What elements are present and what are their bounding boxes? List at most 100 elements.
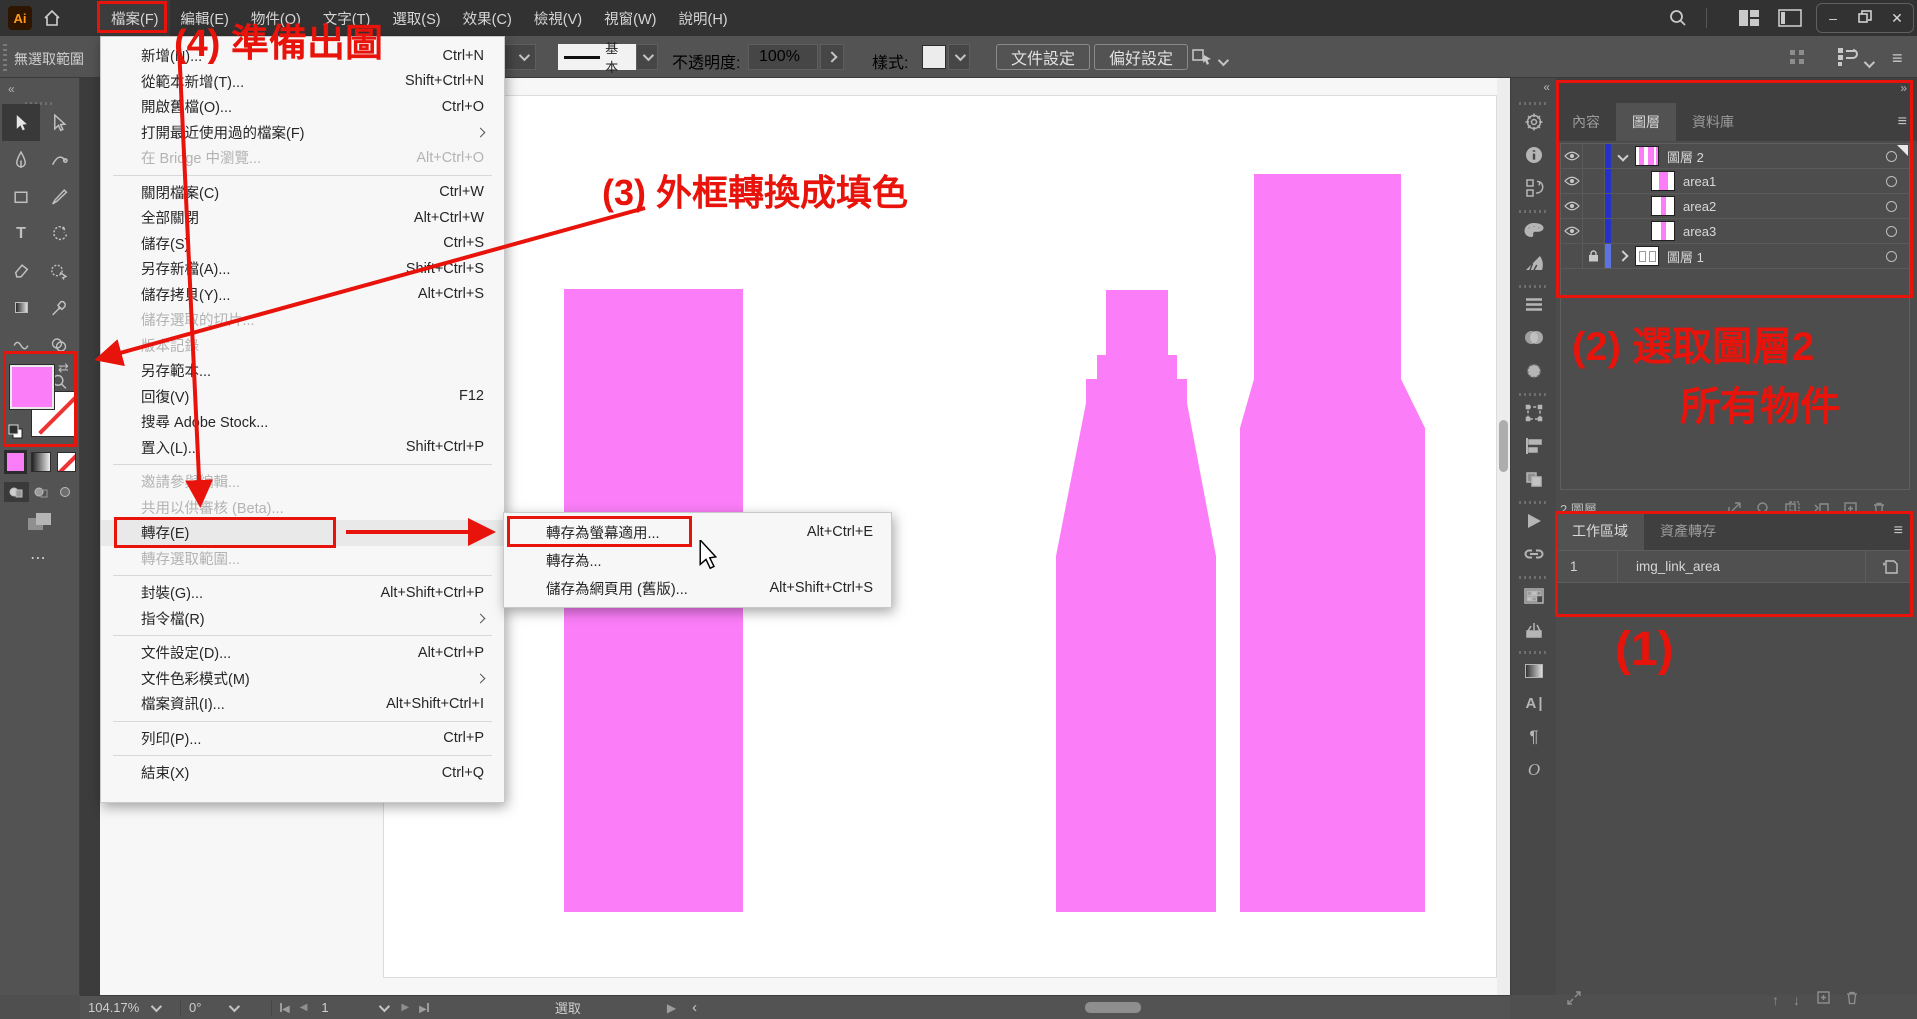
statusbar-collapse-icon[interactable]: ‹	[684, 996, 705, 1019]
menu-type[interactable]: 文字(T)	[312, 0, 382, 36]
eraser-tool[interactable]	[2, 252, 40, 289]
tab-properties[interactable]: 內容	[1556, 103, 1616, 141]
menu-help[interactable]: 說明(H)	[667, 0, 738, 36]
eye-cell[interactable]	[1561, 244, 1583, 268]
eye-icon[interactable]	[1561, 144, 1583, 168]
info-panel-icon[interactable]	[1511, 138, 1557, 171]
color-mode-button[interactable]	[6, 452, 25, 472]
layer-target-icon[interactable]	[1886, 151, 1897, 162]
restore-button[interactable]	[1850, 10, 1880, 26]
preferences-button[interactable]: 偏好設定	[1094, 44, 1188, 70]
actions-panel-icon[interactable]	[1511, 504, 1557, 537]
asset-export-panel-icon[interactable]	[1511, 612, 1557, 645]
previous-artboard-button[interactable]: ◀	[300, 1002, 308, 1013]
new-artboard-icon[interactable]	[1816, 990, 1831, 1010]
character-styles-panel-icon[interactable]: A|	[1511, 687, 1557, 720]
lock-cell[interactable]	[1583, 169, 1605, 193]
color-guide-panel-icon[interactable]	[1511, 246, 1557, 279]
screen-mode-icon[interactable]	[26, 510, 54, 539]
menu-file[interactable]: 檔案(F)	[100, 0, 170, 36]
lock-cell[interactable]	[1583, 194, 1605, 218]
search-icon[interactable]	[1668, 8, 1688, 33]
lock-cell[interactable]	[1583, 144, 1605, 168]
layer-target-icon[interactable]	[1886, 226, 1897, 237]
draw-behind-button[interactable]	[29, 482, 54, 502]
default-swatches-icon[interactable]	[8, 424, 24, 445]
rectangle-tool[interactable]	[2, 178, 40, 215]
lock-icon[interactable]	[1583, 244, 1605, 268]
collapse-dock-icon[interactable]: «	[1511, 78, 1556, 96]
gradient-mode-button[interactable]	[31, 452, 50, 472]
select-similar-icon[interactable]	[1192, 47, 1214, 72]
gradient-panel-icon[interactable]	[1511, 654, 1557, 687]
style-dropdown-button[interactable]	[948, 44, 970, 70]
menu-item-export[interactable]: 轉存(E)	[101, 520, 504, 546]
curvature-tool[interactable]	[40, 141, 78, 178]
draw-normal-button[interactable]	[4, 482, 29, 502]
menu-item-search-adobe-stock[interactable]: 搜尋 Adobe Stock...	[101, 409, 504, 435]
menu-select[interactable]: 選取(S)	[381, 0, 451, 36]
layer-name[interactable]: area2	[1683, 199, 1716, 214]
fill-swatch[interactable]	[10, 365, 54, 409]
menu-item-save-as[interactable]: 另存新檔(A)...Shift+Ctrl+S	[101, 256, 504, 282]
style-swatch[interactable]	[922, 45, 946, 69]
chevron-right-icon[interactable]	[1617, 250, 1628, 261]
controlbar-grip[interactable]	[3, 44, 7, 72]
layer-thumbnail[interactable]	[1651, 221, 1675, 241]
tab-layers[interactable]: 圖層	[1616, 103, 1676, 141]
menu-item-close[interactable]: 關閉檔案(C)Ctrl+W	[101, 180, 504, 206]
artboards-panel-icon[interactable]	[1511, 396, 1557, 429]
layer-name[interactable]: 圖層 1	[1667, 247, 1704, 266]
links-panel-icon[interactable]	[1511, 537, 1557, 570]
menu-effect[interactable]: 效果(C)	[452, 0, 523, 36]
layer-thumbnail[interactable]	[1651, 171, 1675, 191]
more-tools-icon[interactable]: ⋯	[30, 548, 48, 568]
opacity-more-button[interactable]	[820, 44, 844, 70]
layer-name[interactable]: 圖層 2	[1667, 147, 1704, 166]
layer-row-layer1[interactable]: 圖層 1	[1561, 244, 1909, 269]
pen-tool[interactable]	[2, 141, 40, 178]
layer-row-area2[interactable]: area2	[1561, 194, 1909, 219]
selection-tool[interactable]	[2, 104, 40, 141]
menu-item-place[interactable]: 置入(L)...Shift+Ctrl+P	[101, 435, 504, 461]
panel-menu-icon[interactable]: ≡	[1892, 48, 1903, 69]
chevron-down-icon[interactable]	[1864, 55, 1872, 73]
menu-item-package[interactable]: 封裝(G)...Alt+Shift+Ctrl+P	[101, 580, 504, 606]
eye-icon[interactable]	[1561, 169, 1583, 193]
paragraph-panel-icon[interactable]: ¶	[1511, 720, 1557, 753]
arrange-documents-icon[interactable]	[1738, 9, 1760, 32]
align-panel-icon[interactable]	[1511, 429, 1557, 462]
menu-item-document-color-mode[interactable]: 文件色彩模式(M)	[101, 666, 504, 692]
width-tool[interactable]	[2, 326, 40, 363]
pathfinder-panel-icon[interactable]	[1511, 462, 1557, 495]
home-icon[interactable]	[42, 8, 62, 33]
first-artboard-button[interactable]: ◀	[280, 1000, 290, 1015]
menu-object[interactable]: 物件(O)	[240, 0, 312, 36]
submenu-item-save-for-web[interactable]: 儲存為網頁用 (舊版)... Alt+Shift+Ctrl+S	[504, 574, 891, 602]
rearrange-artboards-icon[interactable]	[1566, 990, 1582, 1011]
rotate-tool[interactable]	[40, 215, 78, 252]
shape-builder-tool[interactable]	[40, 326, 78, 363]
artboard-options-icon[interactable]	[1865, 551, 1913, 582]
document-setup-button[interactable]: 文件設定	[996, 44, 1090, 70]
direct-selection-tool[interactable]	[40, 104, 78, 141]
menu-item-print[interactable]: 列印(P)...Ctrl+P	[101, 726, 504, 752]
tab-artboards[interactable]: 工作區域	[1556, 512, 1644, 550]
menu-edit[interactable]: 編輯(E)	[170, 0, 240, 36]
collapse-tools-icon[interactable]: «	[0, 78, 79, 96]
menu-item-new-from-template[interactable]: 從範本新增(T)...Shift+Ctrl+N	[101, 69, 504, 95]
properties-panel-icon[interactable]	[1511, 105, 1557, 138]
menu-item-save[interactable]: 儲存(S)Ctrl+S	[101, 231, 504, 257]
paintbrush-tool[interactable]	[40, 178, 78, 215]
distribute-options-icon[interactable]	[1836, 46, 1860, 73]
vertical-scrollbar-thumb[interactable]	[1499, 420, 1508, 472]
layer-target-icon[interactable]	[1886, 201, 1897, 212]
delete-artboard-icon[interactable]	[1845, 990, 1859, 1010]
menu-item-exit[interactable]: 結束(X)Ctrl+Q	[101, 760, 504, 786]
swap-fill-stroke-icon[interactable]: ⇄	[58, 360, 69, 376]
horizontal-scrollbar-thumb[interactable]	[1085, 1002, 1141, 1013]
tab-libraries[interactable]: 資料庫	[1676, 103, 1750, 141]
opacity-value-field[interactable]: 100%	[748, 44, 818, 70]
layer-name[interactable]: area1	[1683, 174, 1716, 189]
menu-window[interactable]: 視窗(W)	[593, 0, 667, 36]
